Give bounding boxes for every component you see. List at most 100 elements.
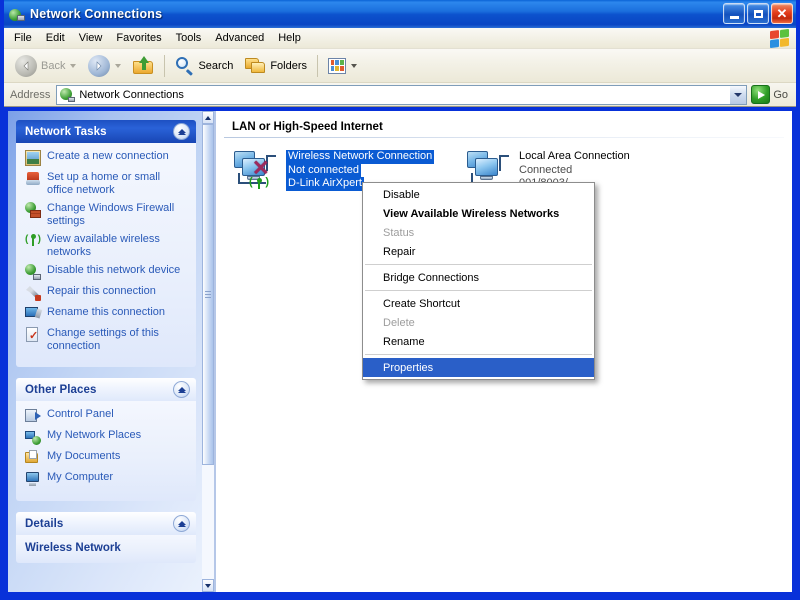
task-label: Change Windows Firewall settings bbox=[47, 202, 185, 228]
back-button[interactable]: Back bbox=[9, 52, 82, 80]
back-dropdown-icon[interactable] bbox=[70, 64, 76, 68]
up-button[interactable] bbox=[127, 52, 160, 80]
menu-advanced[interactable]: Advanced bbox=[208, 29, 271, 47]
panel-other-places-body: Control Panel My Network Places My Docum… bbox=[16, 401, 196, 501]
context-menu-item-repair[interactable]: Repair bbox=[363, 242, 594, 261]
collapse-chevron-icon[interactable] bbox=[173, 515, 190, 532]
task-change-settings[interactable]: ✓ Change settings of this connection bbox=[25, 327, 188, 353]
place-control-panel[interactable]: Control Panel bbox=[25, 408, 188, 424]
menu-tools[interactable]: Tools bbox=[169, 29, 209, 47]
search-icon bbox=[175, 56, 194, 75]
new-connection-icon bbox=[25, 150, 41, 166]
menu-favorites[interactable]: Favorites bbox=[109, 29, 168, 47]
place-my-computer[interactable]: My Computer bbox=[25, 471, 188, 487]
context-menu-item-rename[interactable]: Rename bbox=[363, 332, 594, 351]
maximize-button[interactable] bbox=[747, 3, 769, 24]
address-input[interactable]: Network Connections bbox=[56, 85, 747, 105]
views-button[interactable] bbox=[322, 52, 363, 80]
task-label: Create a new connection bbox=[47, 150, 169, 163]
panel-details-header[interactable]: Details bbox=[16, 512, 196, 535]
connection-name: Local Area Connection bbox=[519, 150, 630, 162]
panel-details: Details Wireless Network bbox=[16, 512, 196, 563]
task-setup-home-network[interactable]: Set up a home or small office network bbox=[25, 171, 188, 197]
task-disable-device[interactable]: Disable this network device bbox=[25, 264, 188, 280]
connection-device: D-Link AirXpert bbox=[286, 177, 364, 191]
settings-icon: ✓ bbox=[25, 327, 41, 343]
windows-flag-logo bbox=[770, 29, 789, 48]
collapse-chevron-icon[interactable] bbox=[173, 381, 190, 398]
back-arrow-icon bbox=[15, 55, 37, 77]
views-dropdown-icon[interactable] bbox=[351, 64, 357, 68]
address-value: Network Connections bbox=[79, 89, 184, 101]
scrollbar-grip-icon bbox=[205, 291, 211, 298]
context-menu-separator bbox=[365, 290, 592, 291]
toolbar: Back Search Folders bbox=[4, 49, 796, 83]
address-dropdown-button[interactable] bbox=[729, 86, 746, 104]
scroll-up-button[interactable] bbox=[202, 111, 214, 124]
panel-details-title: Details bbox=[25, 518, 63, 530]
connection-status: Not connected bbox=[286, 164, 361, 178]
views-icon bbox=[328, 58, 346, 74]
network-connections-window: Network Connections ✕ File Edit View Fav… bbox=[0, 0, 800, 600]
task-pane: Network Tasks Create a new connection Se… bbox=[8, 111, 202, 592]
scrollbar-thumb[interactable] bbox=[202, 124, 214, 465]
scrollbar-track[interactable] bbox=[202, 124, 214, 579]
context-menu[interactable]: Disable View Available Wireless Networks… bbox=[362, 182, 595, 380]
place-my-documents[interactable]: My Documents bbox=[25, 450, 188, 466]
address-label: Address bbox=[10, 89, 52, 101]
menu-help[interactable]: Help bbox=[271, 29, 308, 47]
task-label: Rename this connection bbox=[47, 306, 165, 319]
details-connection-name: Wireless Network bbox=[25, 542, 188, 554]
panel-network-tasks-title: Network Tasks bbox=[25, 126, 107, 138]
menu-view[interactable]: View bbox=[72, 29, 110, 47]
menu-edit[interactable]: Edit bbox=[39, 29, 72, 47]
menu-file[interactable]: File bbox=[7, 29, 39, 47]
minimize-button[interactable] bbox=[723, 3, 745, 24]
collapse-chevron-icon[interactable] bbox=[173, 123, 190, 140]
task-label: Disable this network device bbox=[47, 264, 180, 277]
group-header-lan: LAN or High-Speed Internet bbox=[216, 111, 792, 133]
task-repair-connection[interactable]: Repair this connection bbox=[25, 285, 188, 301]
panel-network-tasks-header[interactable]: Network Tasks bbox=[16, 120, 196, 143]
scroll-down-button[interactable] bbox=[202, 579, 214, 592]
sidebar-scrollbar[interactable] bbox=[202, 111, 215, 592]
forward-dropdown-icon[interactable] bbox=[115, 64, 121, 68]
folders-label: Folders bbox=[270, 60, 307, 72]
repair-icon bbox=[25, 285, 41, 301]
panel-other-places: Other Places Control Panel My Network Pl… bbox=[16, 378, 196, 501]
toolbar-separator-2 bbox=[317, 55, 318, 77]
connection-status: Connected bbox=[519, 164, 572, 176]
folders-button[interactable]: Folders bbox=[239, 52, 313, 80]
panel-details-body: Wireless Network bbox=[16, 535, 196, 563]
task-change-firewall-settings[interactable]: Change Windows Firewall settings bbox=[25, 202, 188, 228]
go-button[interactable]: Go bbox=[751, 85, 792, 104]
chevron-up-icon bbox=[205, 116, 211, 120]
address-bar: Address Network Connections Go bbox=[4, 83, 796, 107]
control-panel-icon bbox=[25, 408, 41, 424]
go-arrow-icon bbox=[751, 85, 770, 104]
search-label: Search bbox=[198, 60, 233, 72]
chevron-down-icon bbox=[734, 93, 742, 97]
context-menu-item-properties[interactable]: Properties bbox=[363, 358, 594, 377]
task-rename-connection[interactable]: Rename this connection bbox=[25, 306, 188, 322]
panel-other-places-header[interactable]: Other Places bbox=[16, 378, 196, 401]
task-create-new-connection[interactable]: Create a new connection bbox=[25, 150, 188, 166]
network-globe-plug-icon bbox=[9, 6, 25, 22]
context-menu-item-create-shortcut[interactable]: Create Shortcut bbox=[363, 294, 594, 313]
place-label: Control Panel bbox=[47, 408, 114, 421]
task-label: Change settings of this connection bbox=[47, 327, 185, 353]
forward-button[interactable] bbox=[82, 52, 127, 80]
context-menu-item-view-wireless[interactable]: View Available Wireless Networks bbox=[363, 204, 594, 223]
my-documents-icon bbox=[25, 450, 41, 466]
context-menu-item-disable[interactable]: Disable bbox=[363, 185, 594, 204]
close-button[interactable]: ✕ bbox=[771, 3, 793, 24]
network-connections-icon bbox=[60, 87, 75, 102]
place-my-network-places[interactable]: My Network Places bbox=[25, 429, 188, 445]
folders-icon bbox=[245, 57, 266, 75]
disable-device-icon bbox=[25, 264, 41, 280]
up-folder-icon bbox=[133, 56, 154, 75]
firewall-icon bbox=[25, 202, 41, 218]
task-view-available-wireless[interactable]: () View available wireless networks bbox=[25, 233, 188, 259]
context-menu-item-bridge[interactable]: Bridge Connections bbox=[363, 268, 594, 287]
search-button[interactable]: Search bbox=[169, 52, 239, 80]
